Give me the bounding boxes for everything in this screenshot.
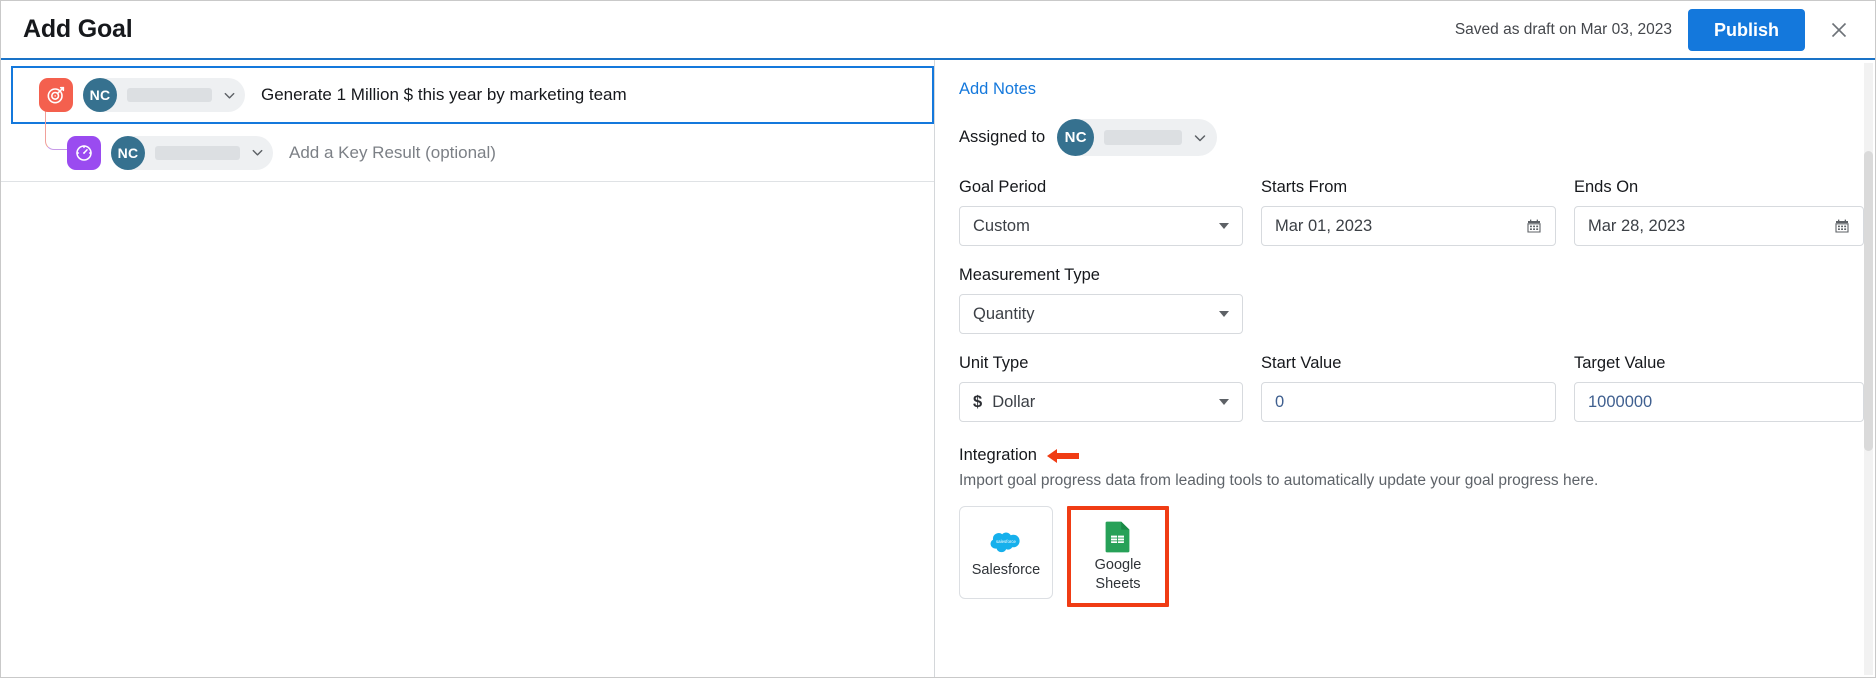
dialog-body: NC Generate 1 Million $ this year by mar… bbox=[1, 60, 1875, 677]
goal-period-value: Custom bbox=[973, 216, 1030, 235]
start-value-label: Start Value bbox=[1261, 354, 1342, 372]
scrollbar-thumb[interactable] bbox=[1864, 151, 1873, 451]
chevron-down-icon bbox=[1219, 399, 1229, 405]
dialog-header: Add Goal Saved as draft on Mar 03, 2023 … bbox=[1, 1, 1875, 60]
field-starts-from: Starts From Mar 01, 2023 bbox=[1261, 178, 1556, 246]
header-actions: Saved as draft on Mar 03, 2023 Publish bbox=[1454, 8, 1859, 51]
integration-description: Import goal progress data from leading t… bbox=[959, 472, 1599, 489]
starts-from-value: Mar 01, 2023 bbox=[1275, 216, 1373, 235]
google-sheets-icon bbox=[1105, 520, 1131, 553]
measurement-row-spacer-2 bbox=[1574, 266, 1864, 354]
avatar: NC bbox=[83, 78, 117, 112]
salesforce-cloud-icon: salesforce bbox=[989, 525, 1023, 557]
goal-row[interactable]: NC Generate 1 Million $ this year by mar… bbox=[11, 66, 934, 124]
measurement-type-value: Quantity bbox=[973, 304, 1035, 323]
field-target-value: Target Value 1000000 bbox=[1574, 354, 1864, 422]
starts-from-date-input[interactable]: Mar 01, 2023 bbox=[1261, 206, 1556, 246]
target-value-input[interactable]: 1000000 bbox=[1574, 382, 1864, 422]
redacted-owner-name bbox=[155, 145, 240, 160]
measurement-type-select[interactable]: Quantity bbox=[959, 294, 1243, 334]
calendar-icon[interactable] bbox=[1834, 218, 1850, 234]
dollar-icon: $ bbox=[973, 392, 983, 411]
annotation-arrow-icon bbox=[1046, 447, 1080, 465]
field-ends-on: Ends On Mar 28, 2023 bbox=[1574, 178, 1864, 246]
integration-header: Integration bbox=[959, 446, 1875, 465]
field-start-value: Start Value 0 bbox=[1261, 354, 1556, 422]
goal-fields-grid: Goal Period Custom Starts From Mar 01, 2… bbox=[959, 178, 1875, 442]
field-unit-type: Unit Type $ Dollar bbox=[959, 354, 1243, 422]
chevron-down-icon bbox=[1192, 130, 1208, 146]
key-result-row[interactable]: NC Add a Key Result (optional) bbox=[1, 108, 934, 182]
measurement-row-spacer bbox=[1261, 266, 1556, 354]
publish-button[interactable]: Publish bbox=[1687, 8, 1805, 51]
integration-card-google-sheets[interactable]: Google Sheets bbox=[1071, 510, 1165, 603]
calendar-icon[interactable] bbox=[1526, 218, 1542, 234]
avatar: NC bbox=[111, 135, 145, 170]
integration-highlight-box: Google Sheets bbox=[1067, 506, 1169, 607]
assigned-to-row: Assigned to NC bbox=[959, 119, 1875, 156]
chevron-down-icon bbox=[1219, 311, 1229, 317]
integration-cards: salesforce Salesforce Google Sheets bbox=[959, 506, 1875, 607]
integration-title: Integration bbox=[959, 446, 1037, 464]
field-goal-period: Goal Period Custom bbox=[959, 178, 1243, 246]
unit-type-value: Dollar bbox=[992, 392, 1036, 411]
redacted-assignee-name bbox=[1104, 130, 1183, 145]
integration-card-salesforce[interactable]: salesforce Salesforce bbox=[959, 506, 1053, 599]
unit-type-select[interactable]: $ Dollar bbox=[959, 382, 1243, 422]
integration-card-label: Salesforce bbox=[971, 562, 1041, 579]
key-result-owner-picker[interactable]: NC bbox=[111, 135, 273, 170]
chevron-down-icon bbox=[1219, 223, 1229, 229]
target-value-label: Target Value bbox=[1574, 354, 1666, 372]
starts-from-label: Starts From bbox=[1261, 178, 1348, 196]
chevron-down-icon bbox=[250, 145, 265, 160]
goal-period-select[interactable]: Custom bbox=[959, 206, 1243, 246]
target-value-text: 1000000 bbox=[1588, 392, 1653, 411]
start-value-input[interactable]: 0 bbox=[1261, 382, 1556, 422]
integration-card-label: Google Sheets bbox=[1094, 557, 1142, 592]
measurement-type-label: Measurement Type bbox=[959, 266, 1100, 284]
goal-tree-pane: NC Generate 1 Million $ this year by mar… bbox=[1, 60, 935, 677]
assigned-to-picker[interactable]: NC bbox=[1057, 119, 1218, 156]
goal-details-pane: Add Notes Assigned to NC Goal Period Cus… bbox=[935, 60, 1875, 677]
close-icon[interactable] bbox=[1819, 10, 1859, 50]
add-notes-link[interactable]: Add Notes bbox=[959, 80, 1036, 99]
ends-on-date-input[interactable]: Mar 28, 2023 bbox=[1574, 206, 1864, 246]
avatar: NC bbox=[1057, 119, 1095, 156]
gauge-icon bbox=[67, 135, 101, 170]
goal-owner-picker[interactable]: NC bbox=[83, 78, 245, 112]
redacted-owner-name bbox=[127, 88, 212, 102]
add-key-result-input[interactable]: Add a Key Result (optional) bbox=[289, 143, 496, 163]
add-goal-dialog: Add Goal Saved as draft on Mar 03, 2023 … bbox=[0, 0, 1876, 678]
goal-title-text[interactable]: Generate 1 Million $ this year by market… bbox=[261, 85, 627, 105]
goal-period-label: Goal Period bbox=[959, 178, 1047, 196]
ends-on-value: Mar 28, 2023 bbox=[1588, 216, 1686, 235]
page-title: Add Goal bbox=[23, 15, 133, 43]
svg-text:salesforce: salesforce bbox=[996, 540, 1017, 545]
assigned-to-label: Assigned to bbox=[959, 128, 1046, 146]
ends-on-label: Ends On bbox=[1574, 178, 1639, 196]
saved-status: Saved as draft on Mar 03, 2023 bbox=[1454, 20, 1672, 38]
start-value-text: 0 bbox=[1275, 392, 1285, 411]
chevron-down-icon bbox=[222, 88, 237, 103]
target-icon bbox=[39, 78, 73, 112]
field-measurement-type: Measurement Type Quantity bbox=[959, 266, 1243, 334]
unit-type-label: Unit Type bbox=[959, 354, 1029, 372]
